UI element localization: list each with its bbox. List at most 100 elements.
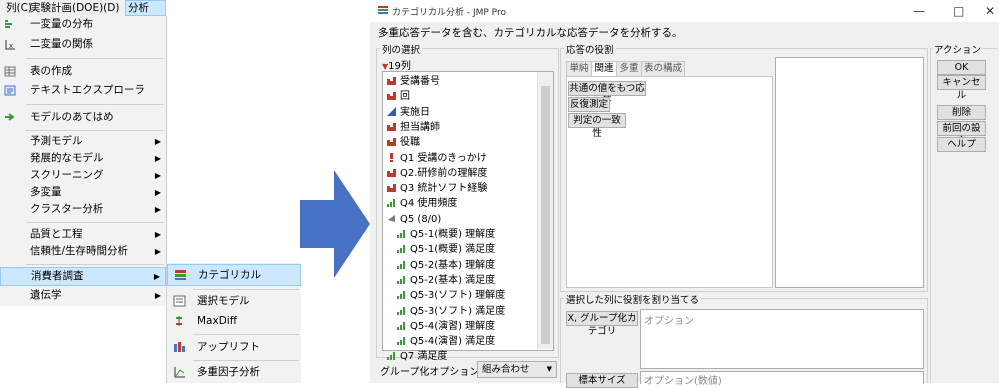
column-item[interactable]: Q4 使用頻度: [387, 196, 457, 211]
menu-item-reliability[interactable]: 信頼性/生存時間分析 ▶: [0, 243, 166, 260]
chevron-right-icon: ▶: [154, 205, 161, 214]
uplift-icon: [174, 342, 185, 352]
actions-title: アクション: [932, 42, 984, 56]
menu-item-multivariate[interactable]: 多変量 ▶: [0, 184, 166, 201]
chevron-down-icon: ▼: [546, 365, 552, 373]
response-role-list[interactable]: [775, 57, 924, 288]
consumer-research-submenu: カテゴリカル 選択モデル MaxDiff アップリフト 多重因子分析: [166, 263, 301, 383]
repeated-measures-button[interactable]: 反復測定: [568, 97, 610, 112]
rater-agreement-button[interactable]: 判定の一致性: [568, 113, 626, 139]
menu-separator: [193, 289, 299, 290]
close-button[interactable]: ✕: [985, 4, 995, 18]
tab-multiple[interactable]: 多重: [616, 61, 642, 77]
column-item[interactable]: 受講番号: [387, 74, 440, 89]
menu-item-tabulate[interactable]: 表の作成: [0, 63, 166, 80]
menu-item-distribution[interactable]: 一変量の分布: [0, 16, 166, 33]
x-grouping-field[interactable]: オプション: [640, 309, 924, 369]
minimize-button[interactable]: —: [913, 4, 925, 18]
column-item[interactable]: Q5-1(概要) 満足度: [397, 242, 495, 257]
menu-separator: [26, 104, 164, 105]
categorical-icon: [175, 270, 186, 280]
menu-item-fit-y-by-x[interactable]: x 二変量の関係: [0, 36, 166, 53]
menu-item-clustering[interactable]: クラスター分析 ▶: [0, 201, 166, 218]
menu-analyze[interactable]: 分析(A): [125, 0, 166, 28]
scrollbar-thumb[interactable]: [541, 86, 550, 344]
tab-related[interactable]: 関連: [591, 61, 617, 77]
fit-y-by-x-icon: x: [5, 40, 15, 50]
ordinal-icon: [387, 350, 396, 361]
column-list-scrollbar[interactable]: [537, 72, 553, 349]
chevron-right-icon: ▶: [154, 154, 161, 163]
column-count[interactable]: ▼19列: [382, 57, 411, 72]
menu-separator: [193, 334, 299, 335]
column-item[interactable]: Q5-2(基本) 満足度: [397, 273, 495, 288]
submenu-item-multiple-factor[interactable]: 多重因子分析: [167, 362, 301, 382]
column-label: Q5-1(概要) 理解度: [410, 229, 496, 240]
ok-button[interactable]: OK: [937, 60, 986, 75]
column-item[interactable]: Q5-4(演習) 満足度: [397, 334, 495, 349]
multiple-response-icon: [387, 152, 396, 162]
ordinal-icon: [397, 228, 406, 238]
menu-separator: [193, 360, 299, 361]
column-item[interactable]: 役職: [387, 135, 420, 150]
nominal-icon: [387, 90, 396, 101]
column-label: Q5-3(ソフト) 理解度: [410, 290, 506, 302]
submenu-item-uplift[interactable]: アップリフト: [167, 337, 301, 357]
column-label: 回: [400, 91, 410, 103]
menu-item-fit-model[interactable]: モデルのあてはめ: [0, 109, 166, 126]
nominal-icon: [387, 167, 396, 177]
dialog-description: 多重応答データを含む、カテゴリカルな応答データを分析する。: [378, 27, 683, 39]
column-item[interactable]: Q5-1(概要) 理解度: [397, 227, 495, 242]
submenu-item-categorical[interactable]: カテゴリカル: [167, 264, 301, 286]
column-list[interactable]: Q7 満足度 Q5-4(演習) 満足度 Q5-4(演習) 理解度 Q5-3(ソフト) …: [382, 71, 554, 362]
tab-simple[interactable]: 単純: [566, 61, 592, 77]
chevron-right-icon: ▶: [154, 137, 161, 146]
text-explorer-icon: [4, 85, 16, 96]
column-item[interactable]: Q1 受講のきっかけ: [387, 151, 487, 166]
menu-item-consumer-research[interactable]: 消費者調査 ▶: [0, 267, 166, 286]
column-item[interactable]: Q5-4(演習) 理解度: [397, 319, 495, 334]
menu-doe[interactable]: 実験計画(DOE)(D): [28, 1, 121, 15]
sample-size-field[interactable]: オプション(数値): [640, 371, 924, 387]
common-values-button[interactable]: 共通の値をもつ応答: [568, 81, 646, 107]
grouping-option-select[interactable]: 組み合わせ ▼: [477, 361, 557, 378]
remove-button[interactable]: 削除: [937, 105, 986, 120]
column-label: Q5-4(演習) 理解度: [410, 320, 496, 332]
sample-size-button[interactable]: 標本サイズ: [566, 373, 638, 388]
response-roles-title: 応答の役割: [564, 42, 616, 56]
ordinal-icon: [397, 335, 406, 346]
menu-item-screening[interactable]: スクリーニング ▶: [0, 167, 166, 184]
menu-item-quality[interactable]: 品質と工程 ▶: [0, 226, 166, 243]
menubar: 列(C) 実験計画(DOE)(D) 分析(A): [0, 0, 166, 28]
menu-item-text-explorer[interactable]: テキストエクスプローラ: [0, 82, 166, 99]
ordinal-icon: [397, 305, 406, 315]
column-item[interactable]: 回: [387, 89, 410, 104]
column-item[interactable]: Q5-3(ソフト) 理解度: [397, 288, 505, 303]
nominal-icon: [387, 121, 396, 131]
cancel-button[interactable]: キャンセル: [937, 75, 986, 101]
column-item[interactable]: Q2.研修前の理解度: [387, 166, 487, 181]
column-label: Q4 使用頻度: [400, 198, 458, 210]
chevron-right-icon: ▶: [154, 230, 161, 239]
menu-separator: [26, 264, 164, 265]
submenu-item-choice[interactable]: 選択モデル: [167, 291, 301, 311]
ordinal-icon: [397, 320, 406, 330]
menu-item-specialized[interactable]: 発展的なモデル ▶: [0, 150, 166, 167]
menu-item-predictive[interactable]: 予測モデル ▶: [0, 133, 166, 150]
recall-button[interactable]: 前回の設定: [937, 121, 986, 147]
column-item[interactable]: Q5-3(ソフト) 満足度: [397, 304, 505, 319]
column-item[interactable]: 実施日: [387, 105, 430, 120]
help-button[interactable]: ヘルプ: [937, 137, 986, 152]
column-item[interactable]: Q3 統計ソフト経験: [387, 181, 487, 196]
column-item[interactable]: Q5 (8/0): [387, 212, 441, 227]
column-select-title: 列の選択: [380, 42, 423, 56]
column-item[interactable]: Q5-2(基本) 理解度: [397, 258, 495, 273]
submenu-item-maxdiff[interactable]: MaxDiff: [167, 311, 301, 331]
svg-text:x: x: [9, 42, 13, 50]
menu-item-genetics[interactable]: 遺伝学 ▶: [0, 287, 166, 304]
x-grouping-category-button[interactable]: X, グループ化カテゴリ: [566, 311, 638, 337]
column-item[interactable]: 担当講師: [387, 120, 440, 135]
tab-structured[interactable]: 表の構成: [641, 61, 685, 77]
column-label: Q7 満足度: [400, 351, 448, 363]
maximize-button[interactable]: □: [953, 4, 964, 18]
